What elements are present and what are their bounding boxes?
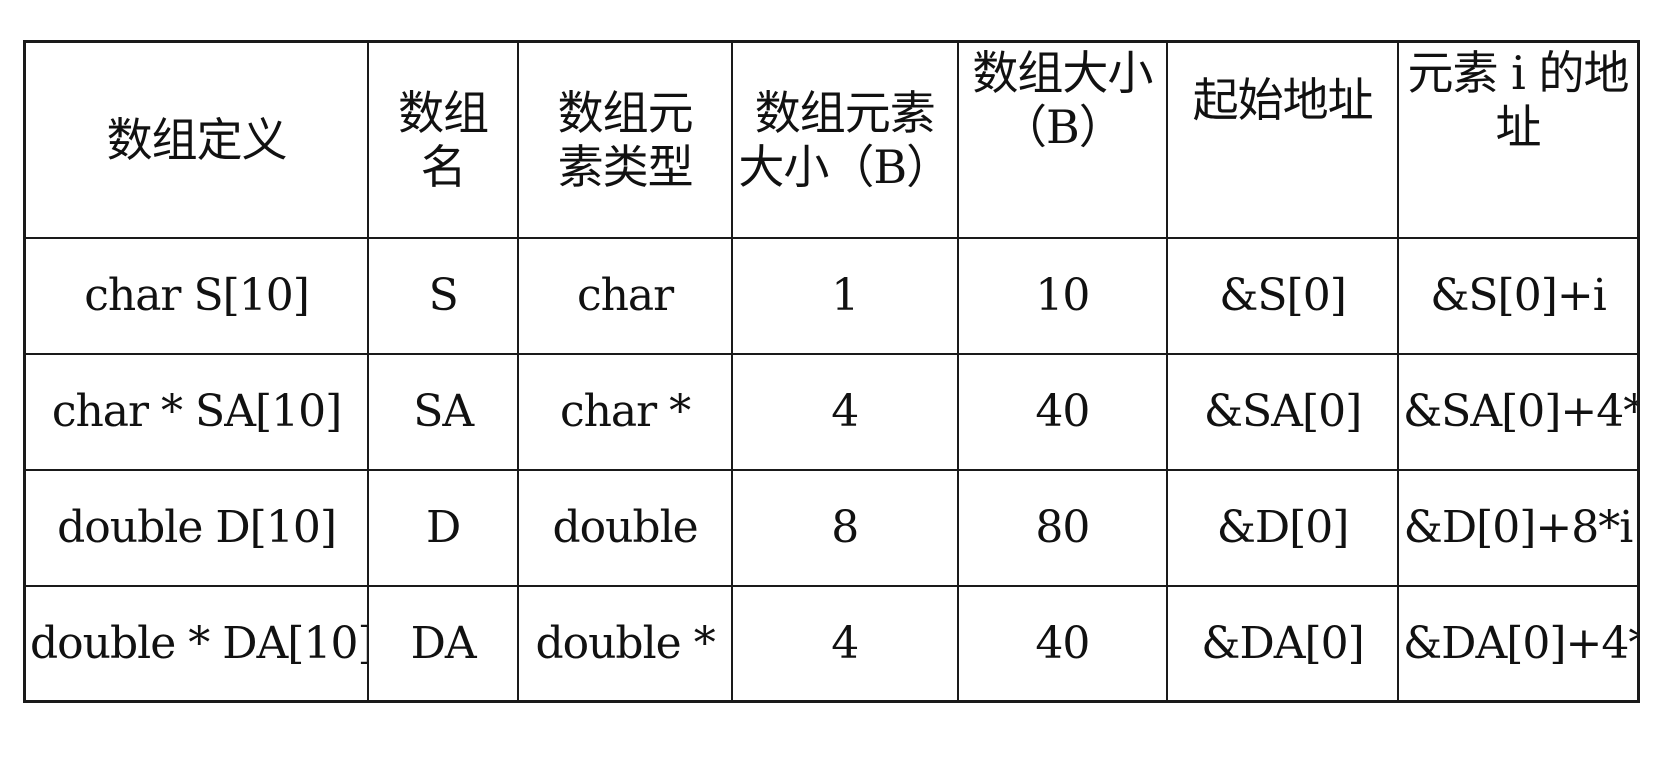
cell-text: SA	[413, 386, 474, 437]
header-start-address: 起始地址	[1166, 40, 1400, 239]
cell-element-address: &SA[0]+4*i	[1397, 352, 1640, 471]
cell-element-type: double *	[517, 584, 733, 703]
table-row: char S[10] S char 1 10 &S[0] &S[0]+i	[23, 236, 1640, 355]
cell-text: &D[0]+8*i	[1403, 502, 1634, 553]
cell-array-name: S	[367, 236, 520, 355]
cell-text: char * SA[10]	[51, 386, 342, 437]
cell-element-size: 4	[731, 352, 959, 471]
cell-array-size: 40	[956, 352, 1169, 471]
cell-array-definition: double * DA[10]	[23, 584, 370, 703]
cell-text: double D[10]	[57, 502, 337, 553]
cell-text: &S[0]+i	[1430, 270, 1607, 321]
cell-text: &DA[0]	[1201, 617, 1365, 669]
cell-text: 8	[831, 502, 859, 553]
header-element-type: 数组元 素类型	[517, 40, 733, 239]
cell-element-address: &DA[0]+4*i	[1397, 584, 1640, 703]
cell-text: 40	[1035, 386, 1090, 437]
cell-text: double * DA[10]	[30, 617, 369, 669]
header-array-definition: 数组定义	[23, 40, 370, 239]
cell-element-address: &D[0]+8*i	[1397, 468, 1640, 587]
table-row: double * DA[10] DA double * 4 40 &DA[0] …	[23, 584, 1640, 703]
cell-array-name: SA	[367, 352, 520, 471]
cell-text: char *	[559, 386, 691, 437]
table-row: char * SA[10] SA char * 4 40 &SA[0] &SA[…	[23, 352, 1640, 471]
cell-element-type: char	[517, 236, 733, 355]
cell-text: DA	[410, 617, 477, 669]
header-element-address-label: 元素 i 的地址	[1407, 45, 1630, 154]
cell-array-name: DA	[367, 584, 520, 703]
cell-text: 4	[831, 617, 859, 669]
cell-text: &D[0]	[1216, 502, 1350, 553]
cell-start-address: &SA[0]	[1166, 352, 1400, 471]
cell-array-definition: char S[10]	[23, 236, 370, 355]
header-element-address: 元素 i 的地址	[1397, 40, 1640, 239]
cell-text: 10	[1035, 270, 1090, 321]
cell-text: char S[10]	[84, 270, 310, 321]
cell-text: &DA[0]+4*i	[1403, 617, 1639, 669]
header-array-name-label: 数组 名	[398, 85, 489, 194]
header-element-size-label: 数组元素 大小（B）	[738, 85, 952, 194]
cell-start-address: &S[0]	[1166, 236, 1400, 355]
cell-element-size: 4	[731, 584, 959, 703]
header-element-size: 数组元素 大小（B）	[731, 40, 959, 239]
cell-text: &SA[0]+4*i	[1403, 386, 1639, 437]
header-array-size-label: 数组大小 （B）	[972, 45, 1153, 154]
cell-text: 40	[1035, 617, 1090, 669]
cell-array-size: 10	[956, 236, 1169, 355]
cell-text: D	[426, 502, 461, 553]
cell-array-size: 80	[956, 468, 1169, 587]
cell-start-address: &D[0]	[1166, 468, 1400, 587]
array-definition-table: 数组定义 数组 名 数组元 素类型 数组元素 大小（B） 数组大小 （B） 起始…	[23, 40, 1640, 703]
cell-text: &S[0]	[1219, 270, 1347, 321]
cell-element-size: 1	[731, 236, 959, 355]
cell-text: 80	[1035, 502, 1090, 553]
cell-text: double *	[535, 617, 715, 669]
cell-element-size: 8	[731, 468, 959, 587]
cell-element-type: double	[517, 468, 733, 587]
cell-element-address: &S[0]+i	[1397, 236, 1640, 355]
header-array-name: 数组 名	[367, 40, 520, 239]
cell-text: &SA[0]	[1203, 386, 1362, 437]
cell-text: 1	[831, 270, 859, 321]
cell-array-name: D	[367, 468, 520, 587]
array-definition-table-container: 数组定义 数组 名 数组元 素类型 数组元素 大小（B） 数组大小 （B） 起始…	[23, 40, 1640, 703]
table-header-row: 数组定义 数组 名 数组元 素类型 数组元素 大小（B） 数组大小 （B） 起始…	[23, 40, 1640, 239]
header-array-size: 数组大小 （B）	[956, 40, 1169, 239]
cell-array-size: 40	[956, 584, 1169, 703]
cell-element-type: char *	[517, 352, 733, 471]
header-element-type-label: 数组元 素类型	[557, 85, 694, 194]
cell-text: S	[428, 270, 459, 321]
cell-array-definition: double D[10]	[23, 468, 370, 587]
cell-start-address: &DA[0]	[1166, 584, 1400, 703]
cell-text: double	[552, 502, 698, 553]
header-start-address-label: 起始地址	[1192, 72, 1374, 127]
header-array-definition-label: 数组定义	[106, 112, 288, 167]
cell-text: 4	[831, 386, 859, 437]
table-row: double D[10] D double 8 80 &D[0] &D[0]+8…	[23, 468, 1640, 587]
cell-text: char	[576, 270, 674, 321]
cell-array-definition: char * SA[10]	[23, 352, 370, 471]
